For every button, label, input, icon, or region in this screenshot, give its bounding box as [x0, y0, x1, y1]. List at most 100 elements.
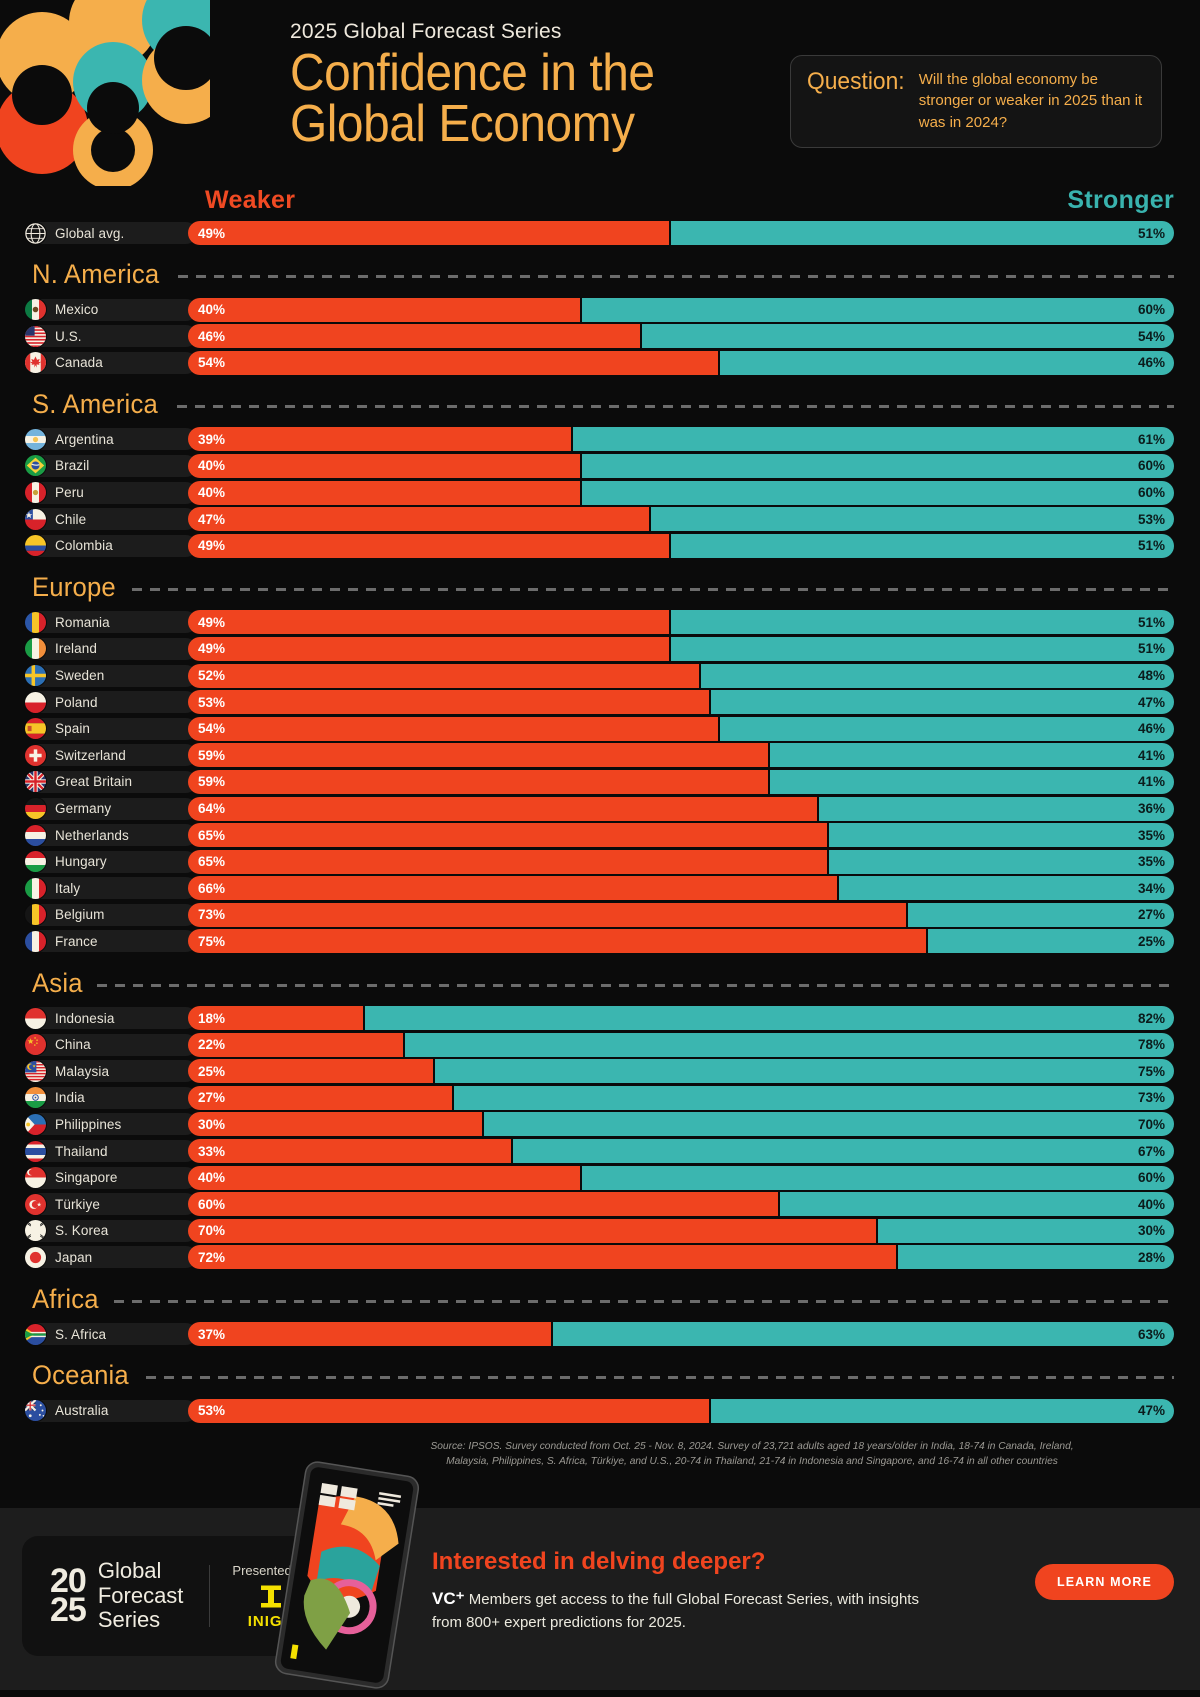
bar-segment-stronger: 78%: [404, 1032, 1174, 1057]
country-label: S. Korea: [25, 1219, 197, 1242]
dashed-rule: [176, 404, 1174, 408]
country-label: Argentina: [25, 428, 197, 451]
bar-segment-stronger: 82%: [365, 1006, 1174, 1031]
group-name: Africa: [32, 1283, 99, 1314]
learn-more-button[interactable]: LEARN MORE: [1034, 1564, 1174, 1600]
stacked-bar: 49% 51%: [188, 610, 1174, 635]
table-row: Mexico 40% 60%: [0, 297, 1200, 324]
group-name: Oceania: [32, 1360, 129, 1391]
flag-icon-id: [25, 1007, 46, 1029]
bar-segment-weaker: 52%: [188, 663, 701, 688]
bar-segment-stronger: 67%: [513, 1139, 1174, 1164]
stacked-bar: 60% 40%: [188, 1192, 1174, 1217]
flag-icon-jp: [25, 1246, 46, 1268]
stacked-bar: 52% 48%: [188, 663, 1174, 688]
chart: Weaker Stronger Global avg. 49% 51% N. Amer…: [0, 186, 1200, 1470]
country-name: U.S.: [55, 328, 82, 344]
table-row: Sweden 52% 48%: [0, 663, 1200, 690]
stronger-value: 73%: [1137, 1090, 1165, 1106]
weaker-value: 54%: [198, 721, 226, 737]
flag-icon-ro: [25, 611, 46, 633]
country-label: Belgium: [25, 903, 197, 926]
bar-segment-weaker: 59%: [188, 743, 770, 768]
bar-segment-weaker: 65%: [188, 849, 829, 874]
country-label: Thailand: [25, 1140, 197, 1163]
bar-segment-weaker: 25%: [188, 1059, 435, 1084]
flag-icon-ie: [25, 638, 46, 660]
table-row: Chile 47% 53%: [0, 506, 1200, 533]
source-line-2: Malaysia, Philippines, S. Africa, Türkiy…: [446, 1455, 1058, 1467]
chart-legend: Weaker Stronger: [0, 186, 1200, 220]
country-name: Colombia: [55, 538, 113, 554]
stronger-value: 51%: [1137, 538, 1165, 554]
table-row: Thailand 33% 67%: [0, 1138, 1200, 1165]
flag-icon-co: [25, 535, 46, 557]
weaker-value: 59%: [198, 774, 226, 790]
stronger-value: 46%: [1137, 355, 1165, 371]
bar-segment-stronger: 60%: [582, 297, 1174, 322]
table-row: France 75% 25%: [0, 928, 1200, 955]
bar-segment-weaker: 64%: [188, 796, 820, 821]
stacked-bar: 66% 34%: [188, 876, 1174, 901]
weaker-value: 54%: [198, 355, 226, 371]
bar-segment-weaker: 65%: [188, 823, 829, 848]
stronger-value: 35%: [1137, 827, 1165, 843]
table-row: Peru 40% 60%: [0, 480, 1200, 507]
stronger-value: 46%: [1137, 721, 1165, 737]
table-row: Japan 72% 28%: [0, 1244, 1200, 1271]
bar-segment-weaker: 72%: [188, 1245, 898, 1270]
flag-icon-au: [25, 1400, 46, 1422]
bar-segment-stronger: 30%: [878, 1218, 1174, 1243]
weaker-value: 40%: [198, 458, 226, 474]
weaker-value: 70%: [198, 1223, 226, 1239]
stronger-value: 60%: [1137, 302, 1165, 318]
flag-icon-it: [25, 877, 46, 899]
country-name: Thailand: [55, 1143, 108, 1159]
stronger-value: 78%: [1137, 1037, 1165, 1053]
stacked-bar: 30% 70%: [188, 1112, 1174, 1137]
country-name: Malaysia: [55, 1063, 110, 1079]
country-label: Italy: [25, 877, 197, 900]
stacked-bar: 47% 53%: [188, 507, 1174, 532]
group-header: Europe: [0, 565, 1200, 609]
inigo-logo-icon: [258, 1584, 284, 1610]
stronger-value: 60%: [1137, 458, 1165, 474]
country-label: China: [25, 1033, 197, 1056]
weaker-value: 37%: [198, 1326, 226, 1342]
gfs-logo: 20 25 Global Forecast Series: [50, 1558, 184, 1633]
stacked-bar: 65% 35%: [188, 823, 1174, 848]
country-label: Spain: [25, 717, 197, 740]
stronger-value: 75%: [1137, 1063, 1165, 1079]
gfs-word-global: Global: [97, 1558, 162, 1584]
table-row: Great Britain 59% 41%: [0, 769, 1200, 796]
weaker-value: 59%: [198, 747, 226, 763]
bar-segment-weaker: 70%: [188, 1218, 879, 1243]
stronger-value: 61%: [1137, 431, 1165, 447]
stronger-value: 34%: [1137, 880, 1165, 896]
weaker-value: 40%: [198, 1170, 226, 1186]
weaker-value: 49%: [198, 614, 226, 630]
stronger-value: 70%: [1137, 1116, 1165, 1132]
bar-segment-weaker: 30%: [188, 1112, 484, 1137]
bar-segment-stronger: 60%: [582, 453, 1174, 478]
bar-segment-weaker: 53%: [188, 690, 711, 715]
bar-segment-weaker: 39%: [188, 427, 573, 452]
legend-weaker: Weaker: [205, 186, 296, 214]
stronger-value: 47%: [1137, 1403, 1165, 1419]
stacked-bar: 49% 51%: [188, 636, 1174, 661]
stronger-value: 51%: [1137, 614, 1165, 630]
bar-segment-weaker: 18%: [188, 1006, 366, 1031]
gfs-word-series: Series: [97, 1607, 161, 1633]
stacked-bar: 40% 60%: [188, 1165, 1174, 1190]
country-label: Peru: [25, 481, 197, 504]
country-name: Poland: [55, 694, 98, 710]
bar-segment-stronger: 46%: [720, 716, 1174, 741]
flag-icon-in: [25, 1087, 46, 1109]
country-label: Australia: [25, 1399, 197, 1422]
gfs-word-forecast: Forecast: [97, 1582, 184, 1608]
stronger-value: 47%: [1137, 694, 1165, 710]
stacked-bar: 40% 60%: [188, 297, 1174, 322]
kicker: 2025 Global Forecast Series: [290, 20, 562, 43]
stronger-value: 53%: [1137, 511, 1165, 527]
bar-segment-stronger: 47%: [710, 690, 1174, 715]
